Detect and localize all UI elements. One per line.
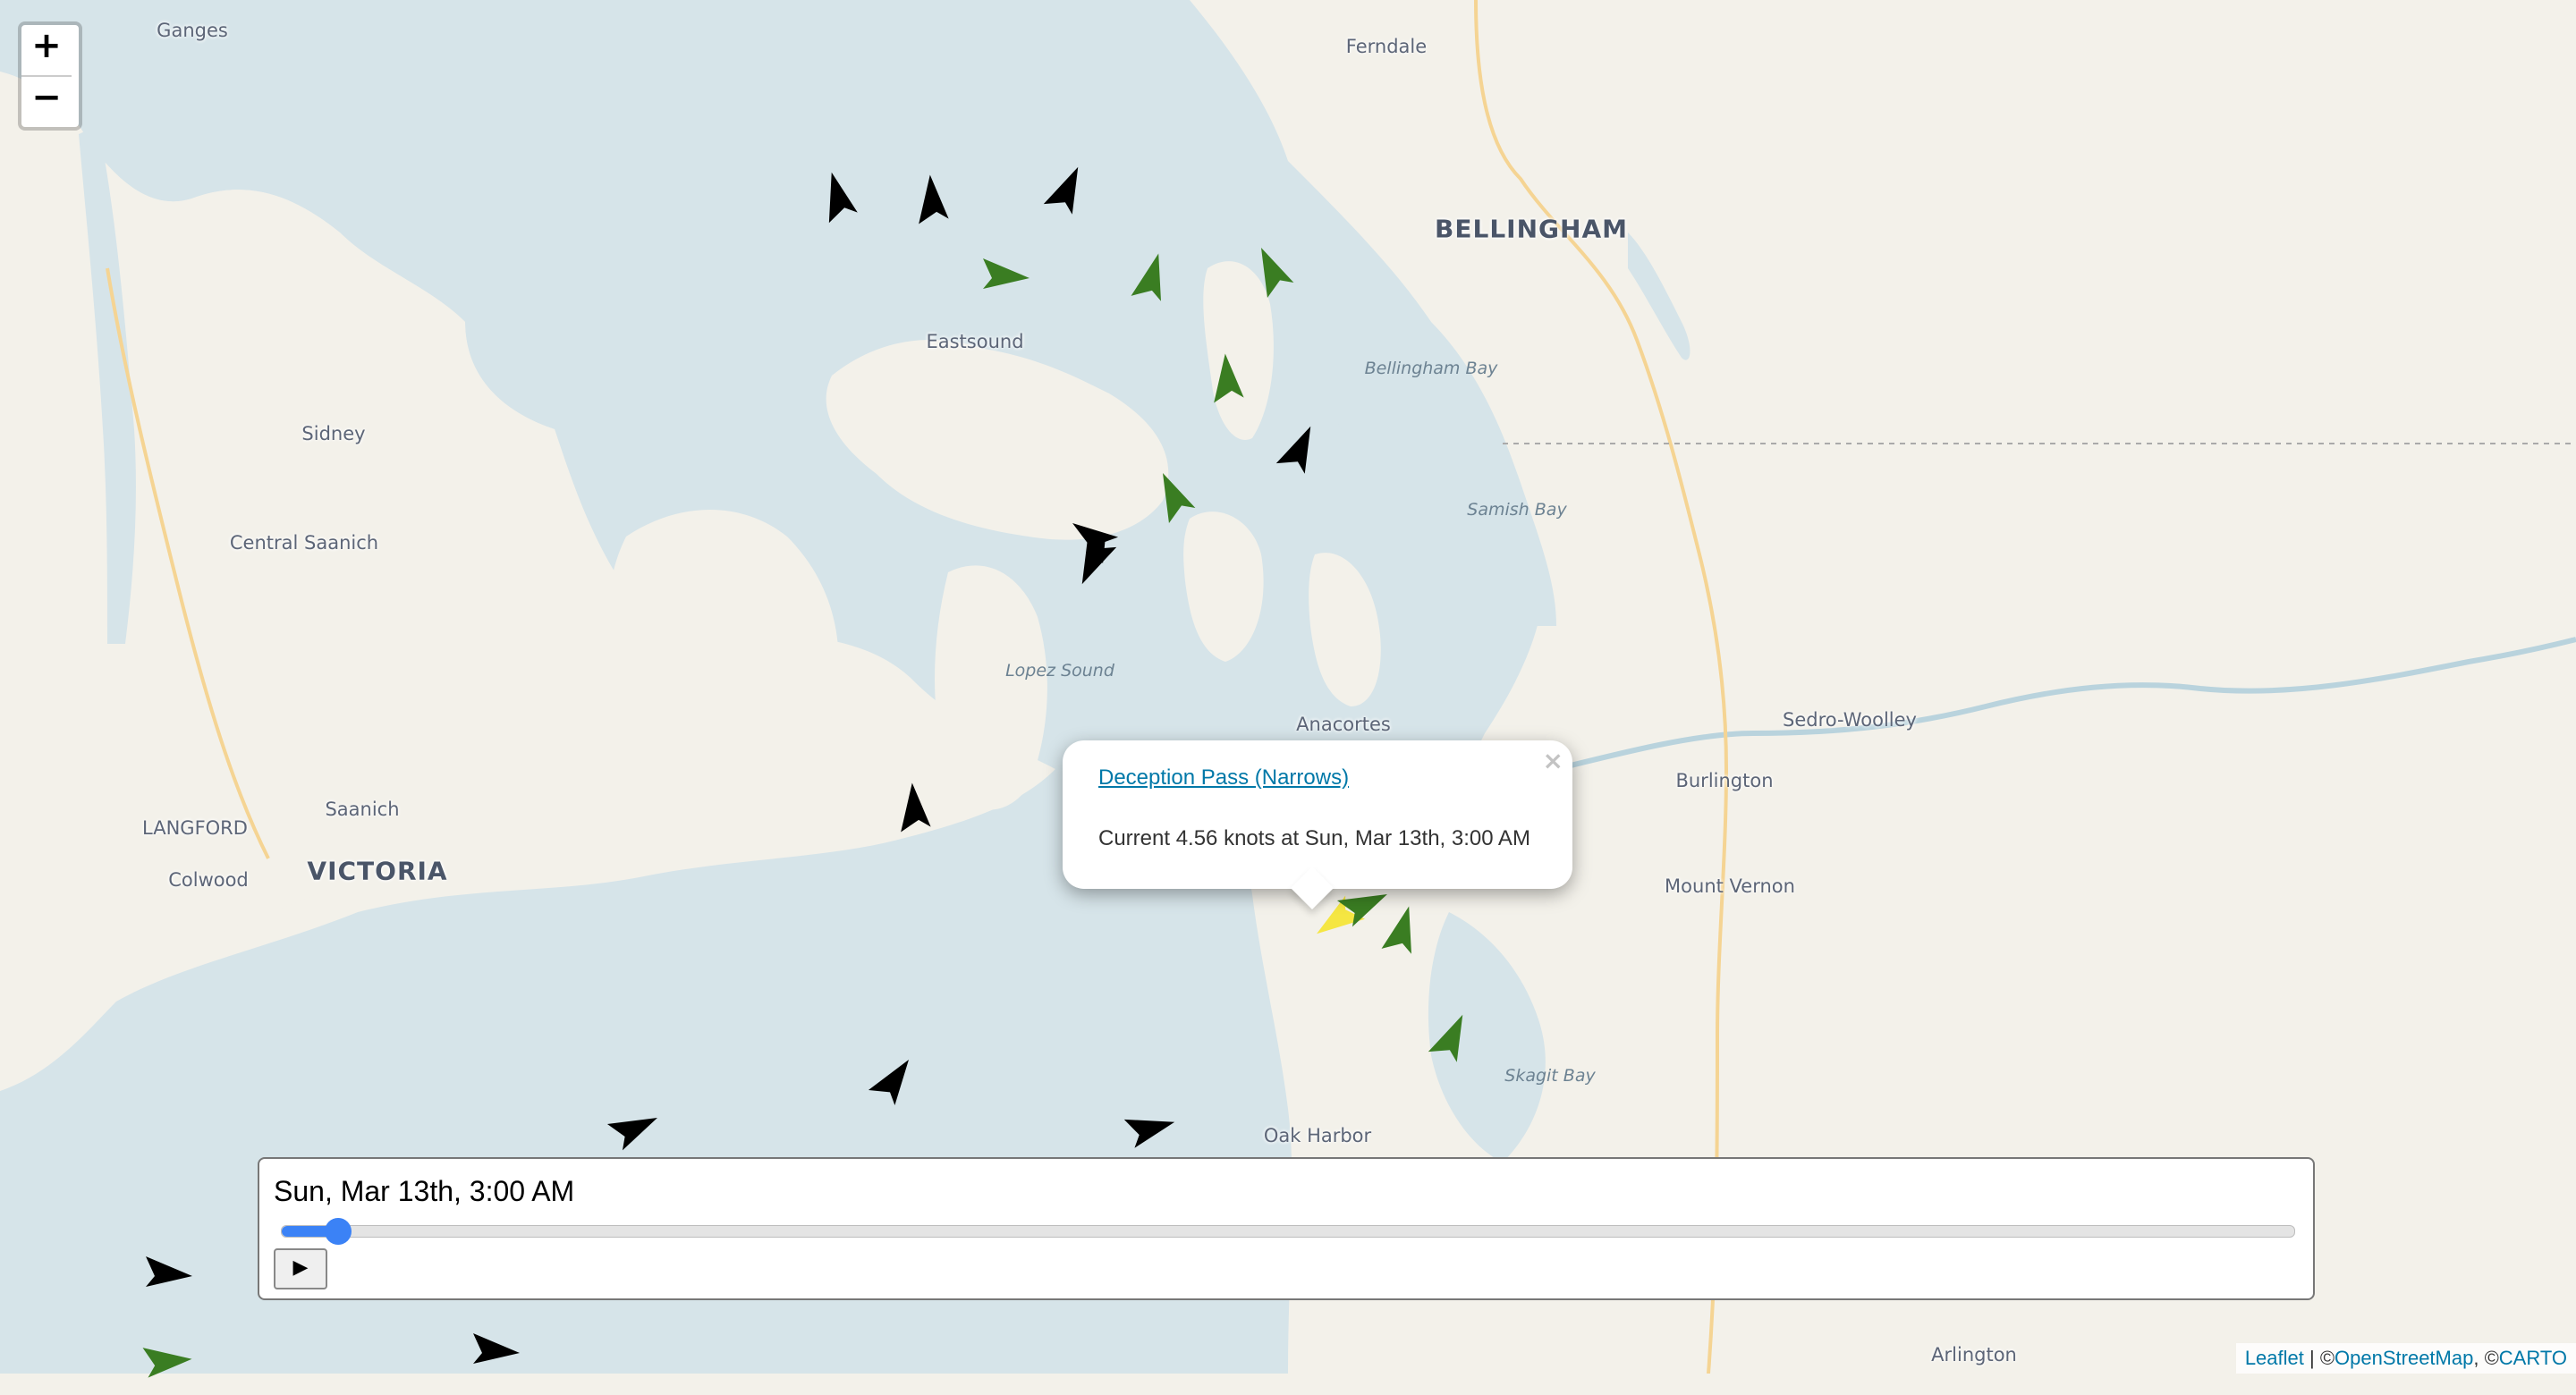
play-button[interactable]: ▶ xyxy=(274,1248,327,1289)
timeline-slider[interactable] xyxy=(281,1218,2295,1245)
current-arrow-flood[interactable] xyxy=(1123,249,1185,311)
current-arrow-flood[interactable] xyxy=(1243,240,1306,302)
timeline-timestamp: Sun, Mar 13th, 3:00 AM xyxy=(274,1175,575,1207)
map-attribution: Leaflet | ©OpenStreetMap, ©CARTO xyxy=(2235,1343,2576,1374)
current-arrow-ebb[interactable] xyxy=(603,1100,665,1162)
attribution-separator: , © xyxy=(2473,1347,2499,1369)
timeline-control: Sun, Mar 13th, 3:00 AM ▶ xyxy=(258,1157,2315,1300)
current-arrow-ebb[interactable] xyxy=(1038,161,1100,224)
current-arrow-flood[interactable] xyxy=(1145,465,1208,528)
current-arrow-ebb[interactable] xyxy=(1060,528,1123,590)
current-arrow-ebb[interactable] xyxy=(903,170,966,232)
zoom-out-button[interactable]: − xyxy=(21,75,72,127)
current-reading: Current 4.56 knots at Sun, Mar 13th, 3:0… xyxy=(1098,826,1530,850)
current-arrow-flood[interactable] xyxy=(1422,1009,1485,1071)
carto-link[interactable]: CARTO xyxy=(2499,1347,2567,1369)
zoom-control: + − xyxy=(18,21,82,131)
attribution-separator: | © xyxy=(2303,1347,2335,1369)
current-arrow-ebb[interactable] xyxy=(1118,1100,1181,1162)
current-arrow-ebb[interactable] xyxy=(134,1245,197,1307)
current-arrow-ebb[interactable] xyxy=(886,778,948,841)
current-arrow-ebb[interactable] xyxy=(864,1052,927,1114)
current-arrow-flood[interactable] xyxy=(134,1332,197,1395)
current-arrow-flood[interactable] xyxy=(971,247,1034,309)
timeline-slider-thumb[interactable] xyxy=(325,1218,352,1245)
openstreetmap-link[interactable]: OpenStreetMap xyxy=(2334,1347,2473,1369)
popup-close-button[interactable]: × xyxy=(1543,746,1563,775)
station-link[interactable]: Deception Pass (Narrows) xyxy=(1098,765,1349,790)
current-arrow-flood[interactable] xyxy=(1373,901,1436,964)
station-popup: × Deception Pass (Narrows) Current 4.56 … xyxy=(1063,740,1572,910)
current-arrow-ebb[interactable] xyxy=(809,166,872,229)
zoom-in-button[interactable]: + xyxy=(21,25,72,75)
current-arrow-ebb[interactable] xyxy=(1270,420,1333,483)
leaflet-link[interactable]: Leaflet xyxy=(2245,1347,2304,1369)
current-arrow-ebb[interactable] xyxy=(462,1322,524,1384)
current-arrow-flood[interactable] xyxy=(1199,349,1261,411)
